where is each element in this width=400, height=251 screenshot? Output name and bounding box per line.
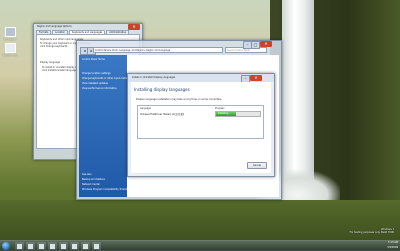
taskbar-internet-explorer-icon[interactable] — [15, 242, 24, 250]
computer-icon — [4, 27, 16, 37]
watermark-line-2: For testing purposes only. Build 7000 — [349, 231, 394, 235]
language-progress-list: Language Progress Chinese (Traditional, … — [137, 105, 264, 139]
cancel-button[interactable]: Cancel — [247, 162, 267, 169]
search-placeholder: Search Control Panel — [227, 49, 250, 52]
install-languages-dialog[interactable]: – ✕ Install or Uninstall Display Languag… — [127, 73, 275, 177]
install-title: Installing display languages — [134, 87, 190, 92]
sidebar-link-location[interactable]: Change location settings — [82, 72, 111, 75]
windows-build-watermark: Windows 7 For testing purposes only. Bui… — [350, 228, 394, 235]
explorer-folder-icon — [28, 243, 33, 249]
taskbar-window-icon[interactable] — [92, 242, 101, 250]
region-dialog-title: Region and Language Options — [37, 25, 72, 28]
control-panel-icon — [50, 243, 55, 249]
taskbar-window-icon[interactable] — [70, 242, 79, 250]
recycle-bin-icon — [4, 43, 16, 53]
install-progress-label: Installing... — [218, 112, 231, 115]
see-also-link-backup[interactable]: Backup and Restore — [82, 178, 105, 181]
see-also-link-network[interactable]: Network Center — [82, 183, 100, 186]
sidebar-home-link[interactable]: Control Panel Home — [82, 58, 105, 61]
window-icon — [72, 243, 77, 249]
column-language: Language — [140, 107, 151, 110]
column-progress: Progress — [215, 107, 225, 110]
install-close-button[interactable]: ✕ — [250, 75, 262, 81]
region-close-button[interactable]: ✕ — [128, 24, 140, 30]
clock-time: 5:13 AM — [388, 241, 398, 244]
window-icon — [83, 243, 88, 249]
desktop-icon-label: Recycle Bin — [2, 54, 18, 57]
taskbar-explorer-icon[interactable] — [26, 242, 35, 250]
wallpaper-field — [0, 200, 400, 240]
internet-explorer-icon — [17, 243, 22, 249]
install-progress-bar: Installing... — [215, 111, 261, 117]
sidebar-link-keyboards[interactable]: Change keyboards or other input methods — [82, 77, 131, 80]
install-description: Display language installation may take a… — [136, 98, 223, 101]
install-window-title: Install or Uninstall Display Languages — [132, 76, 176, 79]
taskbar-window-icon[interactable] — [81, 242, 90, 250]
display-language-heading: Display language — [40, 61, 60, 64]
see-also-heading: See also — [82, 173, 92, 176]
taskbar-window-icon[interactable] — [59, 242, 68, 250]
display-language-text-2: click Install/uninstall languages. — [42, 69, 79, 72]
desktop-icon-recycle-bin[interactable]: Recycle Bin — [2, 43, 18, 57]
taskbar-media-player-icon[interactable] — [37, 242, 46, 250]
keyboard-text-2: click Change keyboards. — [40, 45, 68, 48]
window-icon — [61, 243, 66, 249]
sidebar-link-updates[interactable]: View installed updates — [82, 82, 108, 85]
cpanel-close-button[interactable]: ✕ — [260, 41, 272, 47]
clock-date: 3/2/2009 — [387, 245, 398, 249]
address-bar[interactable]: Control Panel ▸ Clock, Language, and Reg… — [93, 47, 223, 53]
start-button[interactable] — [2, 242, 10, 250]
taskbar-clock[interactable]: 5:13 AM 3/2/2009 — [387, 241, 398, 250]
taskbar-control-panel-icon[interactable] — [48, 242, 57, 250]
address-text: Control Panel ▸ Clock, Language, and Reg… — [95, 49, 171, 52]
sidebar-link-performance[interactable]: View performance information — [82, 87, 117, 90]
window-icon — [94, 243, 99, 249]
desktop-icon-label: Computer — [3, 38, 17, 41]
taskbar: 5:13 AM 3/2/2009 — [0, 240, 400, 251]
media-player-icon — [39, 243, 44, 249]
cpanel-sidebar: Control Panel Home Change location setti… — [79, 55, 136, 197]
maximize-button[interactable]: □ — [251, 41, 260, 49]
desktop-icon-computer[interactable]: Computer — [2, 27, 18, 41]
language-name: Chinese (Traditional, Taiwan) (中文(台灣)) — [140, 113, 185, 116]
